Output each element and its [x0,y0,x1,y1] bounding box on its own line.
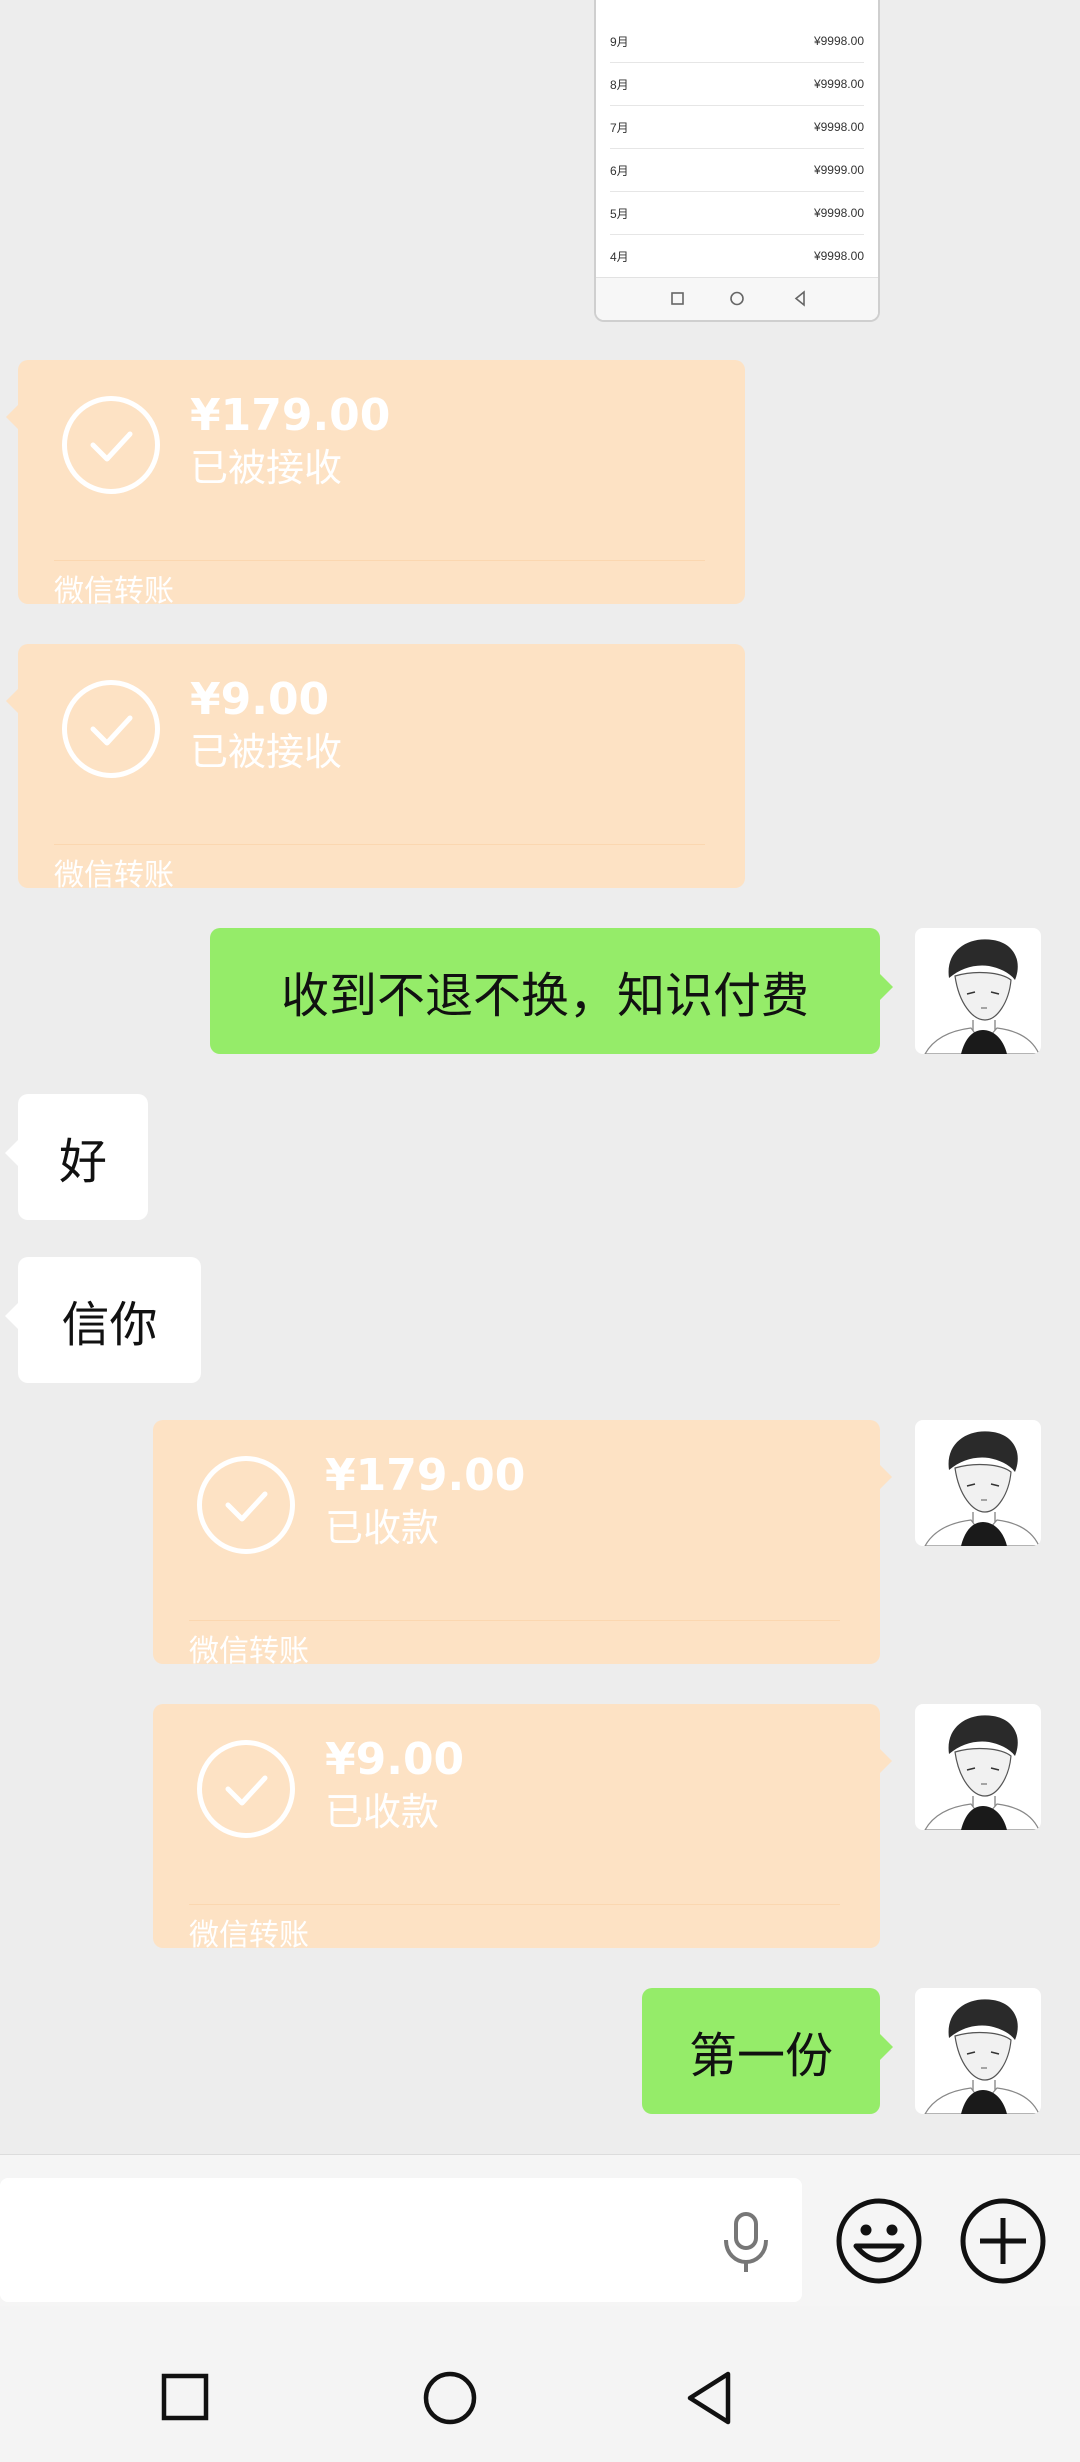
transfer-amount: ¥9.00 [190,674,330,725]
amount-value: ¥9998.00 [813,120,864,134]
divider [189,1904,840,1905]
message-text: 收到不退不换，知识付费 [280,968,809,1024]
check-circle-icon [62,396,160,494]
transfer-card[interactable]: ¥179.00 已被接收 微信转账 [6,360,745,609]
avatar[interactable] [915,1988,1041,2114]
transfer-label: 微信转账 [189,1634,309,1669]
shared-screenshot-image[interactable]: 9月 ¥9998.00 8月 ¥9998.00 7月 ¥9998.00 6月 ¥… [594,0,880,322]
plus-icon[interactable] [958,2196,1048,2286]
month-label: 9月 [610,34,629,49]
transfer-amount: ¥179.00 [325,1450,526,1501]
transfer-label: 微信转账 [54,574,174,609]
amount-value: ¥9998.00 [813,249,864,263]
message-text: 第一份 [688,2028,833,2084]
month-label: 5月 [610,206,629,221]
avatar[interactable] [915,1420,1041,1546]
message-bubble[interactable]: 好 [5,1094,148,1220]
back-icon[interactable] [684,2370,734,2426]
amount-value: ¥9998.00 [813,206,864,220]
transfer-card[interactable]: ¥179.00 已收款 微信转账 [153,1420,892,1669]
avatar[interactable] [915,1704,1041,1830]
message-text: 好 [58,1134,107,1190]
month-label: 6月 [610,163,629,178]
list-item: 7月 ¥9998.00 [610,106,864,149]
transfer-status: 已收款 [325,1790,440,1834]
amount-value: ¥9999.00 [813,163,864,177]
check-circle-icon [197,1740,295,1838]
transfer-card[interactable]: ¥9.00 已被接收 微信转账 [6,644,745,893]
message-bubble[interactable]: 第一份 [642,1988,893,2114]
transfer-status: 已被接收 [190,730,343,774]
month-label: 8月 [610,77,629,92]
transfer-status: 已收款 [325,1506,440,1550]
check-circle-icon [62,680,160,778]
microphone-icon[interactable] [718,2210,774,2276]
home-icon[interactable] [422,2370,478,2426]
recent-apps-icon[interactable] [160,2372,210,2422]
list-item: 6月 ¥9999.00 [610,149,864,192]
screenshot-nav-bar [596,277,878,320]
amount-value: ¥9998.00 [813,34,864,48]
amount-value: ¥9998.00 [813,77,864,91]
message-text: 信你 [61,1297,158,1353]
list-item: 9月 ¥9998.00 [610,20,864,63]
message-input[interactable] [0,2178,802,2302]
avatar[interactable] [915,928,1041,1054]
transfer-label: 微信转账 [54,858,174,893]
transfer-amount: ¥179.00 [190,390,391,441]
month-label: 7月 [610,120,629,135]
list-item: 5月 ¥9998.00 [610,192,864,235]
list-item: 8月 ¥9998.00 [610,63,864,106]
divider [54,844,705,845]
transfer-card[interactable]: ¥9.00 已收款 微信转账 [153,1704,892,1953]
message-bubble[interactable]: 信你 [5,1257,201,1383]
transfer-label: 微信转账 [189,1918,309,1953]
transfer-status: 已被接收 [190,446,343,490]
divider [189,1620,840,1621]
list-item: 4月 ¥9998.00 [610,235,864,278]
month-label: 4月 [610,249,629,264]
transfer-amount: ¥9.00 [325,1734,465,1785]
message-bubble[interactable]: 收到不退不换，知识付费 [210,928,893,1054]
emoji-icon[interactable] [834,2196,924,2286]
check-circle-icon [197,1456,295,1554]
divider [54,560,705,561]
